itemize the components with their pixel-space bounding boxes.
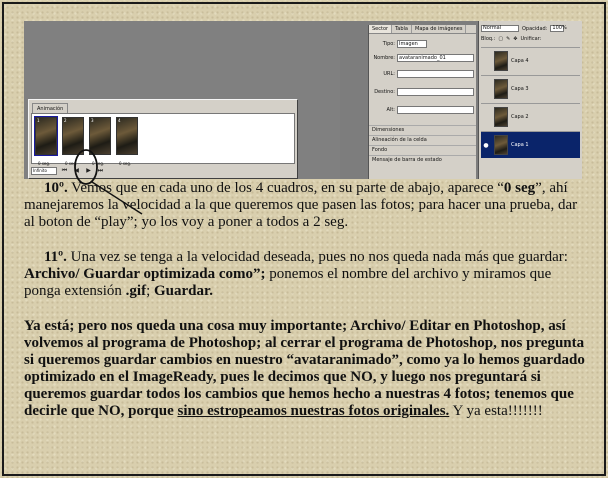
text-run: ;	[146, 283, 154, 299]
opacity-input[interactable]: 100%	[550, 25, 567, 32]
lock-label: Bloq.:	[481, 36, 496, 42]
destino-input[interactable]	[397, 88, 474, 96]
section-fondo[interactable]: Fondo	[369, 145, 476, 154]
eye-icon[interactable]: ●	[481, 142, 491, 149]
step-number: 10º.	[44, 180, 68, 196]
animation-frames: 1 0 seg. 2 0 seg. 3 0 seg. 4 0 seg.	[31, 113, 295, 166]
layer-thumbnail	[494, 107, 508, 127]
layer-name: Capa 2	[511, 114, 529, 120]
slice-tabs: Sector Tabla Mapa de imágenes	[369, 25, 476, 34]
layer-row[interactable]: Capa 4	[481, 47, 580, 74]
paragraph-10: 10º. Vemos que en cada uno de los 4 cuad…	[24, 180, 586, 231]
slice-panel: Sector Tabla Mapa de imágenes Tipo: Imag…	[368, 25, 476, 179]
frame-number: 1	[37, 118, 40, 123]
layer-thumbnail	[494, 79, 508, 99]
loop-select[interactable]: Infinito	[31, 166, 57, 175]
tipo-label: Tipo:	[382, 41, 395, 47]
layer-name: Capa 4	[511, 58, 529, 64]
url-input[interactable]	[397, 70, 474, 78]
animation-frame[interactable]: 4 0 seg.	[116, 117, 138, 166]
frame-number: 3	[91, 118, 94, 123]
animation-frame[interactable]: 3 0 seg.	[89, 117, 111, 166]
layer-row[interactable]: ● Capa 1	[481, 131, 580, 158]
animation-frame[interactable]: 1 0 seg.	[34, 116, 58, 166]
prev-frame-icon[interactable]: ◀	[72, 166, 81, 175]
frame-number: 2	[64, 118, 67, 123]
frame-number: 4	[118, 118, 121, 123]
animation-controls: Infinito ⏮ ◀ ▶ ⏭	[31, 165, 295, 176]
url-label: URL:	[383, 71, 395, 77]
text-run: Una vez se tenga a la velocidad deseada,…	[66, 249, 568, 265]
play-icon[interactable]: ▶	[84, 166, 93, 175]
animation-frame[interactable]: 2 0 seg.	[62, 117, 84, 166]
alt-row: Alt:	[371, 105, 474, 115]
tipo-row: Tipo: Imagen	[371, 39, 474, 49]
paragraph-final: Ya está; pero nos queda una cosa muy imp…	[24, 318, 586, 420]
alt-label: Alt:	[386, 107, 395, 113]
layers-toolbar: Normal Opacidad: 100%	[481, 24, 580, 33]
layer-name: Capa 3	[511, 86, 529, 92]
brush-lock-icon[interactable]: ✎	[506, 36, 510, 42]
tab-mapa[interactable]: Mapa de imágenes	[412, 25, 467, 33]
text-run: Y ya esta!!!!!!!	[449, 403, 543, 419]
alt-input[interactable]	[397, 106, 474, 114]
layer-name: Capa 1	[511, 142, 529, 148]
tipo-select[interactable]: Imagen	[397, 40, 427, 48]
text-run: Vemos que en cada uno de los 4 cuadros, …	[67, 180, 504, 196]
tab-tabla[interactable]: Tabla	[392, 25, 412, 33]
blend-mode-select[interactable]: Normal	[481, 25, 519, 32]
section-mensaje[interactable]: Mensaje de barra de estado	[369, 155, 476, 164]
opacity-label: Opacidad:	[522, 25, 548, 32]
section-dimensiones[interactable]: Dimensiones	[369, 125, 476, 134]
layers-panel: Normal Opacidad: 100% Bloq.: ▢ ✎ ✥ Unifi…	[478, 21, 582, 179]
move-lock-icon[interactable]: ✥	[513, 36, 517, 42]
canvas-area: Animación 1 0 seg. 2 0 seg. 3 0 seg. 4 0…	[24, 21, 340, 179]
nombre-row: Nombre: avataranimado_01	[371, 53, 474, 63]
layer-row[interactable]: Capa 2	[481, 103, 580, 130]
nombre-input[interactable]: avataranimado_01	[397, 54, 474, 62]
destino-row: Destino:	[371, 87, 474, 97]
animation-panel: Animación 1 0 seg. 2 0 seg. 3 0 seg. 4 0…	[28, 99, 298, 179]
layer-thumbnail	[494, 135, 508, 155]
section-alineacion[interactable]: Alineación de la celda	[369, 135, 476, 144]
destino-label: Destino:	[374, 89, 395, 95]
nombre-label: Nombre:	[373, 55, 395, 61]
layer-row[interactable]: Capa 3	[481, 75, 580, 102]
text-run: 0 seg	[503, 180, 536, 196]
imageready-screenshot: Animación 1 0 seg. 2 0 seg. 3 0 seg. 4 0…	[24, 21, 582, 179]
first-frame-icon[interactable]: ⏮	[60, 166, 69, 175]
next-frame-icon[interactable]: ⏭	[96, 166, 105, 175]
layers-lock-row: Bloq.: ▢ ✎ ✥ Unificar:	[481, 35, 580, 43]
animation-tab[interactable]: Animación	[32, 103, 69, 113]
text-run: Archivo/ Guardar optimizada como”;	[24, 266, 266, 282]
tab-sector[interactable]: Sector	[369, 25, 393, 33]
text-run: Guardar.	[154, 283, 214, 299]
tutorial-text: 10º. Vemos que en cada uno de los 4 cuad…	[24, 180, 586, 420]
text-run: sino estropeamos nuestras fotos original…	[177, 403, 450, 419]
url-row: URL:	[371, 69, 474, 79]
lock-icon[interactable]: ▢	[498, 36, 503, 42]
text-run: .gif	[125, 283, 147, 299]
step-number: 11º.	[44, 249, 67, 265]
layer-thumbnail	[494, 51, 508, 71]
unify-label: Unificar:	[520, 36, 542, 42]
paragraph-11: 11º. Una vez se tenga a la velocidad des…	[24, 249, 586, 300]
